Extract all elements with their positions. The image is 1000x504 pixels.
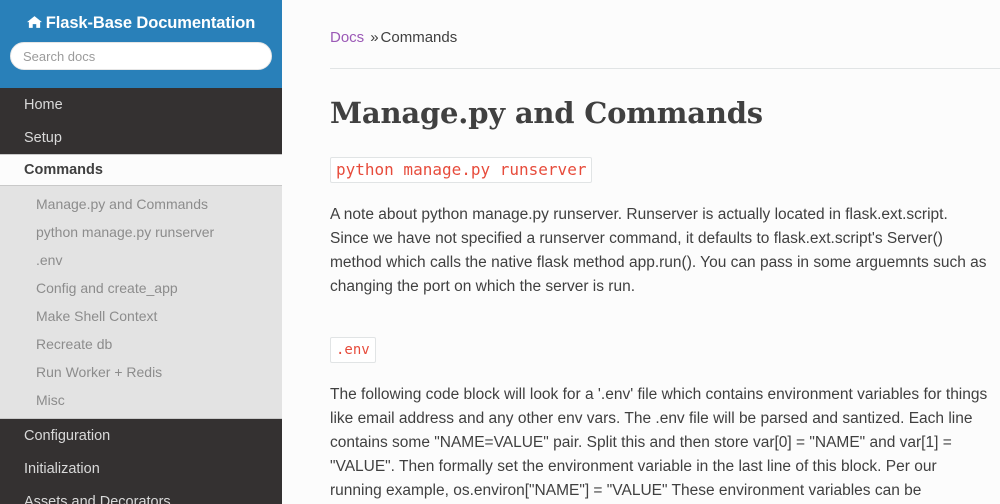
breadcrumb-divider — [330, 68, 1000, 69]
breadcrumb: Docs»Commands — [330, 0, 1000, 48]
subnav-item-misc[interactable]: Misc — [0, 386, 282, 414]
sidebar-item-label: Configuration — [24, 428, 110, 444]
paragraph-env-note: The following code block will look for a… — [330, 383, 990, 504]
search-input[interactable] — [10, 42, 272, 70]
sidebar-nav: Home Setup Commands — [0, 88, 282, 186]
sidebar-item-label: Setup — [24, 130, 62, 146]
subnav-item-config-and-create-app[interactable]: Config and create_app — [0, 274, 282, 302]
main-content: Docs»Commands Manage.py and Commands pyt… — [282, 0, 1000, 504]
sidebar-item-label: Home — [24, 97, 63, 113]
subnav-item-label: Misc — [36, 392, 65, 408]
brand-title: Flask-Base Documentation — [46, 14, 255, 32]
subnav-item-recreate-db[interactable]: Recreate db — [0, 330, 282, 358]
sidebar-nav-lower: Configuration Initialization Assets and … — [0, 419, 282, 504]
content-inner: Docs»Commands Manage.py and Commands pyt… — [282, 0, 1000, 504]
code-block-env: .env — [330, 337, 376, 363]
paragraph-runserver-note: A note about python manage.py runserver.… — [330, 203, 990, 299]
code-block-env-row: .env — [330, 337, 1000, 363]
subnav-item-env[interactable]: .env — [0, 246, 282, 274]
breadcrumb-current: Commands — [381, 29, 458, 46]
sidebar-item-label: Assets and Decorators — [24, 494, 171, 504]
sidebar-item-setup[interactable]: Setup — [0, 121, 282, 154]
sidebar: Flask-Base Documentation Home Setup Comm… — [0, 0, 282, 504]
sidebar-item-label: Initialization — [24, 461, 100, 477]
subnav-item-label: Manage.py and Commands — [36, 196, 208, 212]
subnav-item-manage-py-and-commands[interactable]: Manage.py and Commands — [0, 190, 282, 218]
breadcrumb-docs-link[interactable]: Docs — [330, 29, 364, 46]
subnav-item-make-shell-context[interactable]: Make Shell Context — [0, 302, 282, 330]
breadcrumb-separator: » — [364, 29, 380, 46]
subnav-item-label: python manage.py runserver — [36, 224, 214, 240]
code-block-runserver-row: python manage.py runserver — [330, 157, 1000, 183]
subnav-item-label: Run Worker + Redis — [36, 364, 162, 380]
home-icon — [27, 15, 42, 34]
sidebar-subnav-commands: Manage.py and Commands python manage.py … — [0, 186, 282, 419]
subnav-item-label: Recreate db — [36, 336, 112, 352]
brand-link[interactable]: Flask-Base Documentation — [0, 0, 282, 34]
subnav-item-label: .env — [36, 252, 62, 268]
sidebar-item-label: Commands — [24, 162, 103, 178]
sidebar-item-assets-and-decorators[interactable]: Assets and Decorators — [0, 485, 282, 504]
page-title: Manage.py and Commands — [330, 95, 1000, 131]
code-block-runserver: python manage.py runserver — [330, 157, 592, 183]
subnav-item-run-worker-redis[interactable]: Run Worker + Redis — [0, 358, 282, 386]
subnav-item-label: Config and create_app — [36, 280, 178, 296]
subnav-item-label: Make Shell Context — [36, 308, 157, 324]
sidebar-item-configuration[interactable]: Configuration — [0, 419, 282, 452]
documentation-page: Flask-Base Documentation Home Setup Comm… — [0, 0, 1000, 504]
search-container — [0, 34, 282, 70]
sidebar-header: Flask-Base Documentation — [0, 0, 282, 88]
sidebar-item-initialization[interactable]: Initialization — [0, 452, 282, 485]
subnav-item-python-manage-py-runserver[interactable]: python manage.py runserver — [0, 218, 282, 246]
sidebar-item-home[interactable]: Home — [0, 88, 282, 121]
sidebar-item-commands[interactable]: Commands — [0, 154, 282, 186]
